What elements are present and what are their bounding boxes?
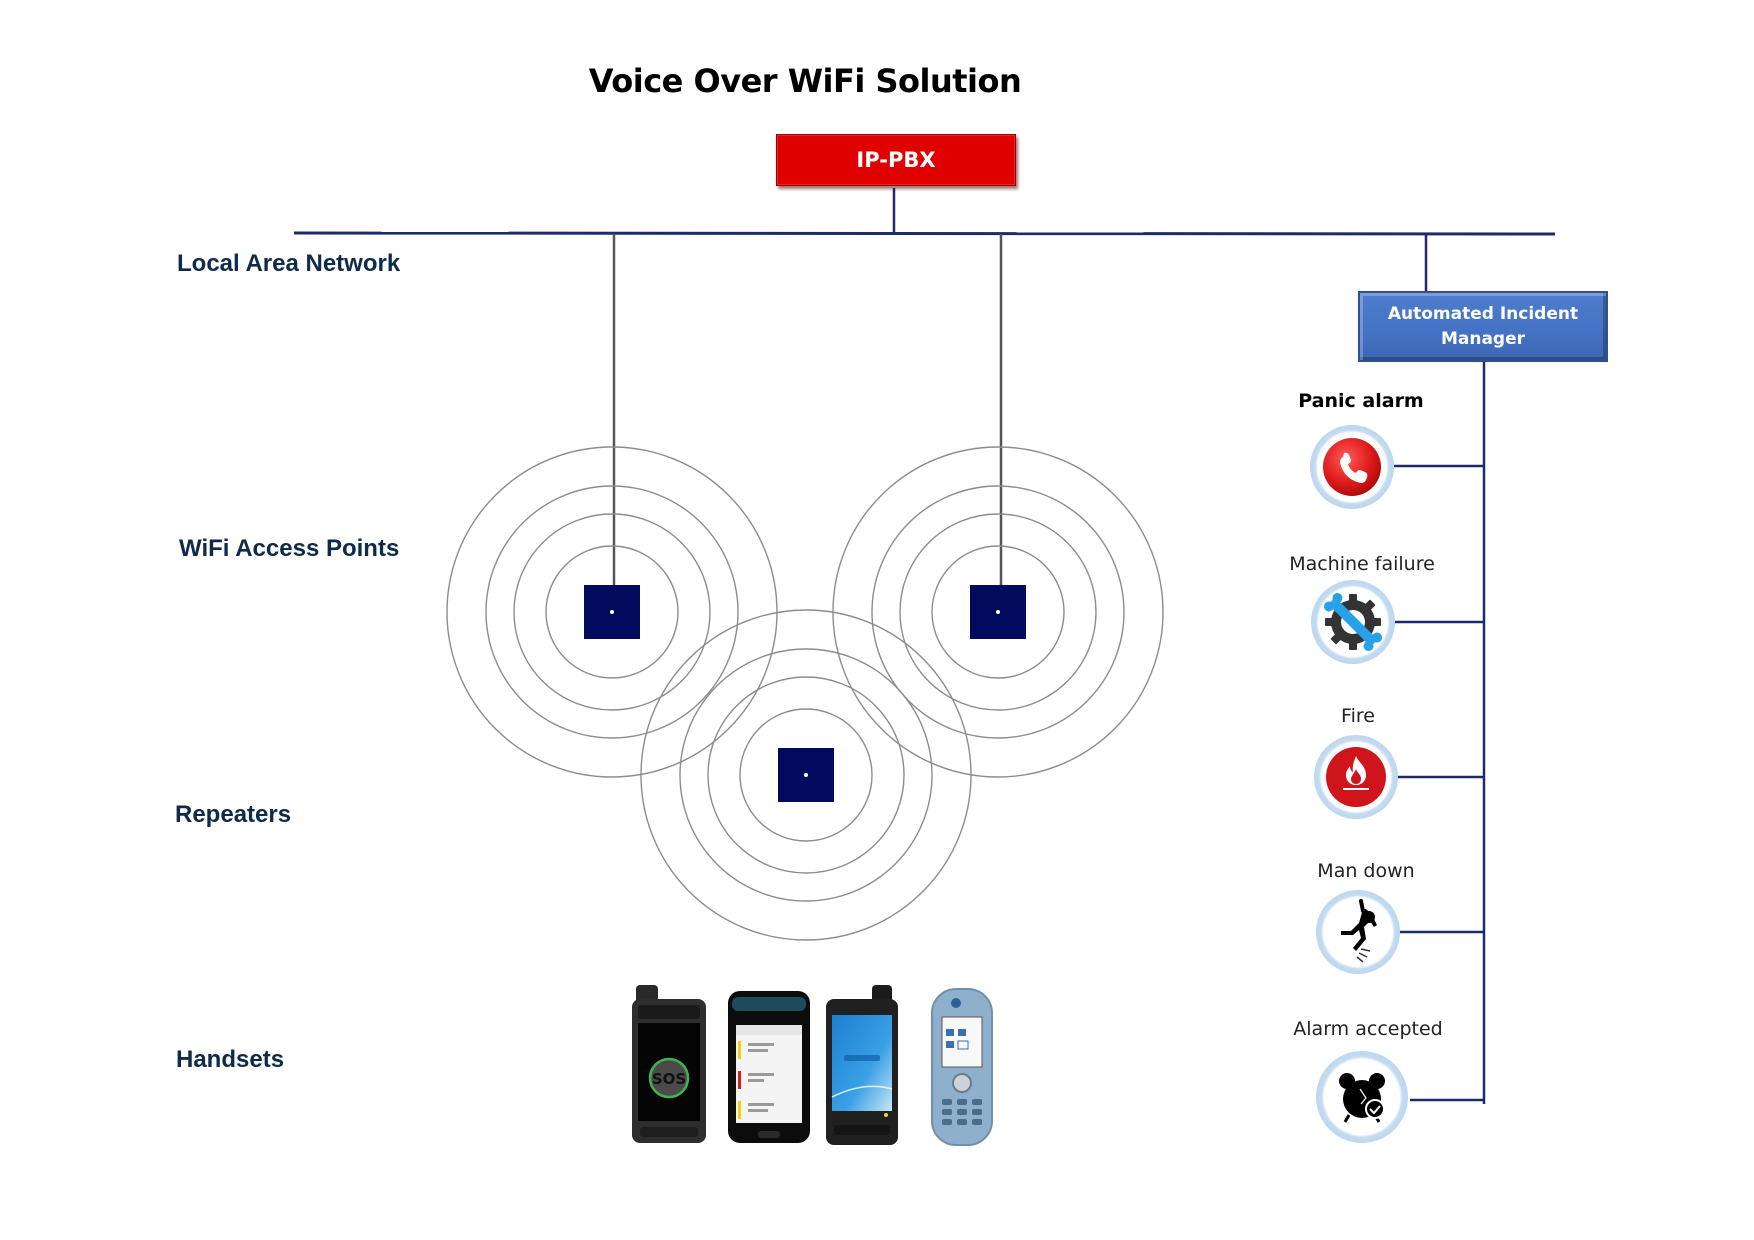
event-label-machine-failure: Machine failure	[1289, 553, 1435, 575]
incident-manager-label-line1: Automated Incident	[1387, 303, 1579, 324]
handset-alert-list[interactable]	[726, 991, 812, 1145]
handsets-group: SOS	[628, 985, 1003, 1147]
event-label-fire: Fire	[1341, 705, 1375, 727]
sos-screen-text: SOS	[652, 1070, 686, 1088]
phone-icon	[1323, 438, 1381, 496]
smartphone-icon	[826, 985, 898, 1145]
ip-pbx-label: IP-PBX	[856, 148, 936, 172]
access-point-group	[584, 585, 1026, 802]
alarm-accepted-button[interactable]	[1316, 1051, 1408, 1143]
panic-alarm-button[interactable]	[1310, 425, 1394, 509]
dect-phone-icon	[931, 988, 993, 1146]
event-label-alarm-accepted: Alarm accepted	[1293, 1018, 1443, 1040]
falling-person-icon	[1341, 899, 1377, 963]
status-led-icon	[610, 610, 614, 614]
handset-dect[interactable]	[928, 987, 996, 1147]
rugged-phone-icon: SOS	[632, 985, 706, 1143]
fire-icon	[1326, 747, 1386, 807]
layer-label-access-points: WiFi Access Points	[179, 535, 400, 562]
machine-failure-button[interactable]	[1311, 580, 1395, 664]
fire-button[interactable]	[1314, 735, 1398, 819]
gear-wrench-icon	[1323, 592, 1383, 652]
layer-label-lan: Local Area Network	[177, 250, 401, 277]
incident-manager-box[interactable]: Automated Incident Manager	[1358, 291, 1608, 362]
event-label-panic-alarm: Panic alarm	[1298, 390, 1424, 412]
status-led-icon	[996, 610, 1000, 614]
handset-rugged-sos[interactable]: SOS	[630, 985, 708, 1145]
handset-rugged-smartphone[interactable]	[824, 985, 900, 1145]
incident-manager-label-line2: Manager	[1440, 328, 1526, 349]
lan-backbone	[293, 231, 1556, 236]
man-down-button[interactable]	[1316, 890, 1400, 974]
status-led-icon	[804, 773, 808, 777]
smartphone-icon	[728, 991, 810, 1143]
alarm-clock-check-icon	[1339, 1073, 1385, 1123]
ip-pbx-box[interactable]: IP-PBX	[776, 134, 1016, 186]
layer-label-handsets: Handsets	[176, 1046, 285, 1073]
event-label-man-down: Man down	[1317, 860, 1415, 882]
wifi-coverage-rings	[446, 446, 1164, 941]
layer-label-repeaters: Repeaters	[175, 801, 292, 828]
